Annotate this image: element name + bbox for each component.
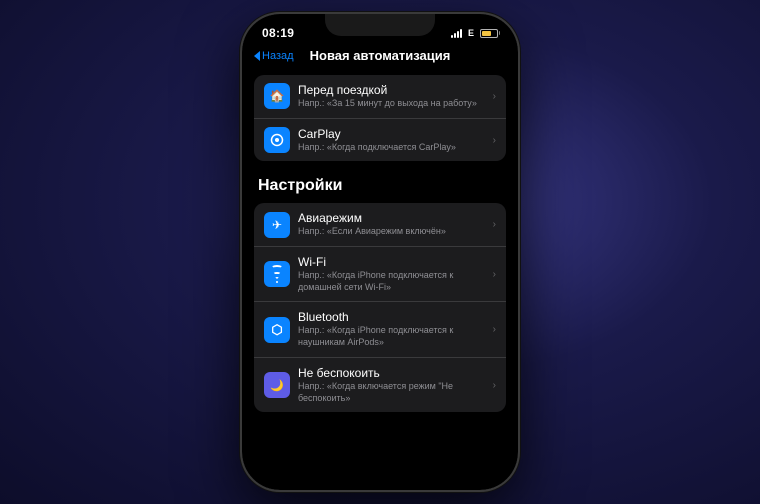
dnd-subtitle: Напр.: «Когда включается режим "Не беспо… (298, 381, 489, 404)
carplay-subtitle: Напр.: «Когда подключается CarPlay» (298, 142, 489, 154)
nav-bar: Назад Новая автоматизация (242, 44, 518, 71)
wifi-item[interactable]: Wi-Fi Напр.: «Когда iPhone подключается … (254, 247, 506, 302)
airplane-text: Авиарежим Напр.: «Если Авиарежим включён… (298, 211, 489, 238)
chevron-right-icon: › (493, 269, 496, 280)
settings-section: Настройки ✈ Авиарежим Напр.: «Если Авиар… (254, 173, 506, 412)
bluetooth-text: Bluetooth Напр.: «Когда iPhone подключае… (298, 310, 489, 348)
dnd-title: Не беспокоить (298, 366, 489, 380)
notch (325, 14, 435, 36)
dnd-text: Не беспокоить Напр.: «Когда включается р… (298, 366, 489, 404)
wifi-icon (264, 261, 290, 287)
carplay-text: CarPlay Напр.: «Когда подключается CarPl… (298, 127, 489, 154)
carplay-icon (264, 127, 290, 153)
chevron-right-icon: › (493, 324, 496, 335)
before-trip-text: Перед поездкой Напр.: «За 15 минут до вы… (298, 83, 489, 110)
bluetooth-subtitle: Напр.: «Когда iPhone подключается к науш… (298, 325, 489, 348)
screen: 08:19 E Назад Новая автоматизация (242, 14, 518, 490)
status-icons: E (451, 28, 498, 38)
content-area: 🏠 Перед поездкой Напр.: «За 15 минут до … (242, 71, 518, 490)
bluetooth-item[interactable]: ⬡ Bluetooth Напр.: «Когда iPhone подключ… (254, 302, 506, 357)
wifi-text: Wi-Fi Напр.: «Когда iPhone подключается … (298, 255, 489, 293)
bluetooth-title: Bluetooth (298, 310, 489, 324)
phone-frame: 08:19 E Назад Новая автоматизация (240, 12, 520, 492)
airplane-icon: ✈ (264, 212, 290, 238)
battery-icon (480, 29, 498, 38)
nav-title: Новая автоматизация (310, 48, 451, 63)
house-icon: 🏠 (264, 83, 290, 109)
status-time: 08:19 (262, 26, 294, 40)
before-trip-title: Перед поездкой (298, 83, 489, 97)
carplay-item[interactable]: CarPlay Напр.: «Когда подключается CarPl… (254, 119, 506, 162)
airplane-subtitle: Напр.: «Если Авиарежим включён» (298, 226, 489, 238)
chevron-right-icon: › (493, 380, 496, 391)
chevron-right-icon: › (493, 91, 496, 102)
do-not-disturb-item[interactable]: 🌙 Не беспокоить Напр.: «Когда включается… (254, 358, 506, 412)
travel-list: 🏠 Перед поездкой Напр.: «За 15 минут до … (254, 75, 506, 161)
before-trip-item[interactable]: 🏠 Перед поездкой Напр.: «За 15 минут до … (254, 75, 506, 119)
back-button[interactable]: Назад (254, 50, 294, 62)
back-label[interactable]: Назад (262, 50, 294, 62)
before-trip-subtitle: Напр.: «За 15 минут до выхода на работу» (298, 98, 489, 110)
chevron-right-icon: › (493, 135, 496, 146)
airplane-title: Авиарежим (298, 211, 489, 225)
airplane-item[interactable]: ✈ Авиарежим Напр.: «Если Авиарежим включ… (254, 203, 506, 247)
settings-header: Настройки (254, 173, 506, 203)
wifi-subtitle: Напр.: «Когда iPhone подключается к дома… (298, 270, 489, 293)
battery-fill (482, 31, 491, 36)
chevron-left-icon (254, 51, 260, 61)
moon-icon: 🌙 (264, 372, 290, 398)
travel-section: 🏠 Перед поездкой Напр.: «За 15 минут до … (254, 75, 506, 161)
network-type: E (468, 28, 474, 38)
chevron-right-icon: › (493, 219, 496, 230)
bluetooth-icon: ⬡ (264, 317, 290, 343)
settings-list: ✈ Авиарежим Напр.: «Если Авиарежим включ… (254, 203, 506, 412)
carplay-title: CarPlay (298, 127, 489, 141)
wifi-title: Wi-Fi (298, 255, 489, 269)
signal-icon (451, 29, 462, 38)
